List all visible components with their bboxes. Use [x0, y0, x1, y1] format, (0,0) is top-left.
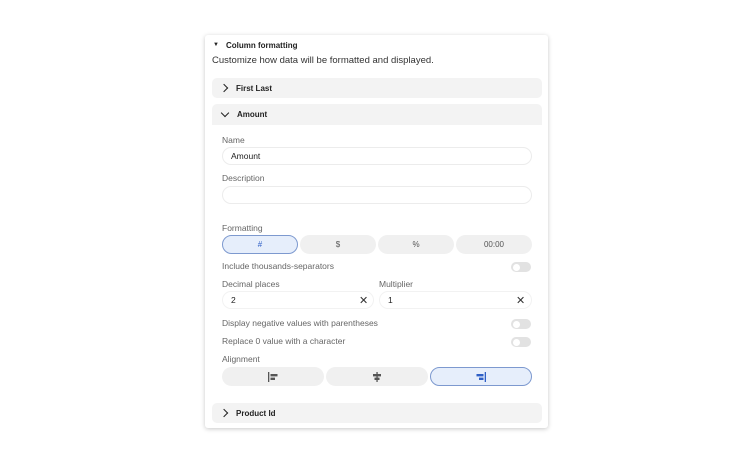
group-product-id[interactable]: Product Id	[212, 403, 542, 423]
amount-settings: Name Amount Description Formatting # $ %…	[212, 125, 542, 410]
name-field[interactable]: Amount	[222, 147, 532, 165]
section-header[interactable]: ▼ Column formatting	[212, 38, 298, 52]
thousands-label: Include thousands-separators	[222, 261, 334, 271]
clear-multiplier-icon[interactable]: ✕	[516, 294, 525, 307]
align-right-button[interactable]	[430, 367, 532, 386]
align-center-icon	[373, 371, 381, 382]
group-label: Amount	[237, 109, 268, 119]
column-formatting-panel: ▼ Column formatting Customize how data w…	[205, 35, 548, 428]
alignment-label: Alignment	[222, 354, 260, 364]
replace-zero-toggle[interactable]	[511, 337, 531, 347]
description-field[interactable]	[222, 186, 532, 204]
name-label: Name	[222, 135, 245, 145]
negative-label: Display negative values with parentheses	[222, 318, 378, 328]
group-first-last[interactable]: First Last	[212, 78, 542, 98]
clear-decimal-icon[interactable]: ✕	[359, 294, 368, 307]
align-left-button[interactable]	[222, 367, 324, 386]
thousands-toggle[interactable]	[511, 262, 531, 272]
replace-zero-label: Replace 0 value with a character	[222, 336, 346, 346]
format-currency-button[interactable]: $	[300, 235, 376, 254]
section-description: Customize how data will be formatted and…	[212, 55, 434, 66]
decimal-field[interactable]: 2	[222, 291, 374, 309]
group-label: First Last	[236, 83, 273, 93]
format-percent-button[interactable]: %	[378, 235, 454, 254]
align-left-icon	[268, 371, 278, 382]
group-header-product-id[interactable]: Product Id	[212, 403, 542, 423]
group-header-first-last[interactable]: First Last	[212, 78, 542, 98]
description-label: Description	[222, 173, 265, 183]
format-number-button[interactable]: #	[222, 235, 298, 254]
negative-toggle[interactable]	[511, 319, 531, 329]
group-header-amount[interactable]: Amount	[212, 104, 542, 124]
align-right-icon	[476, 371, 486, 382]
multiplier-field[interactable]: 1	[379, 291, 532, 309]
section-title: Column formatting	[225, 40, 298, 50]
group-amount: Amount Name Amount Description Formattin…	[212, 104, 542, 410]
caret-down-icon: ▼	[213, 42, 219, 48]
chevron-right-icon	[219, 83, 229, 93]
format-time-button[interactable]: 00:00	[456, 235, 532, 254]
formatting-label: Formatting	[222, 223, 263, 233]
decimal-label: Decimal places	[222, 279, 280, 289]
multiplier-label: Multiplier	[379, 279, 414, 289]
group-label: Product Id	[236, 408, 276, 418]
chevron-right-icon	[219, 408, 229, 418]
chevron-down-icon	[220, 108, 230, 117]
align-center-button[interactable]	[326, 367, 428, 386]
